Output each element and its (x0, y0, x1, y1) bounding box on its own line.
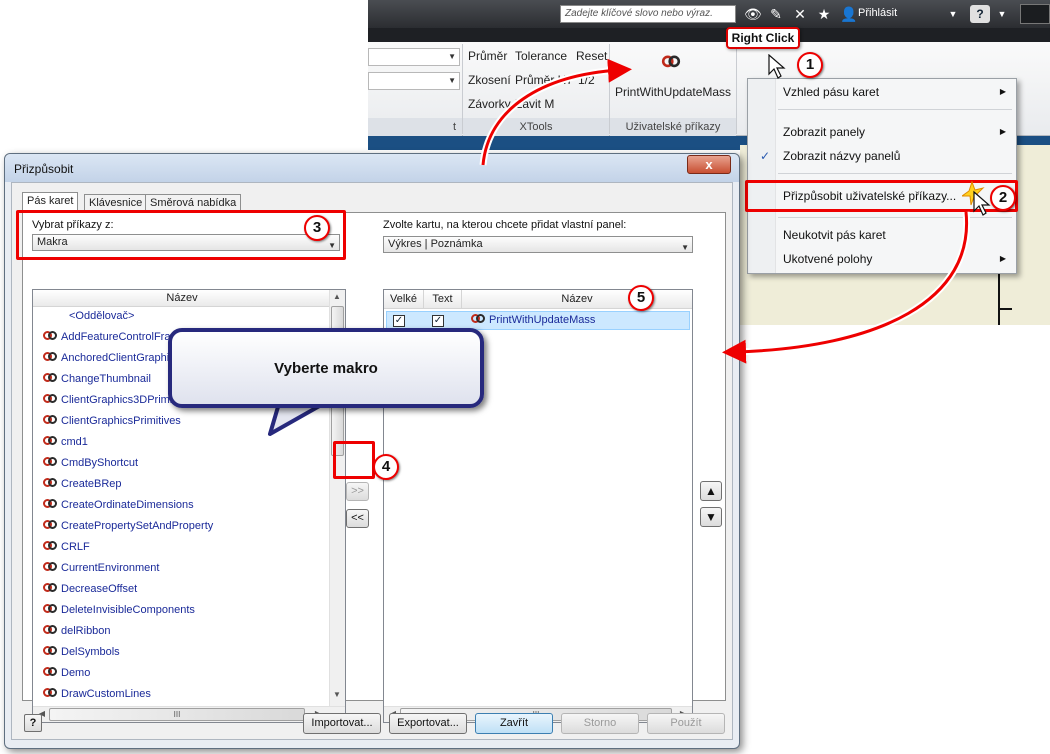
arrow-to-ribbon-macro-line (481, 58, 632, 166)
callout-text: Vyberte makro (274, 360, 378, 377)
annotation-arrows (479, 58, 971, 364)
arrow-to-custom-list-line (722, 211, 969, 364)
arrow-to-custom-list (733, 211, 971, 356)
select-macro-callout: Vyberte makro (168, 328, 484, 408)
